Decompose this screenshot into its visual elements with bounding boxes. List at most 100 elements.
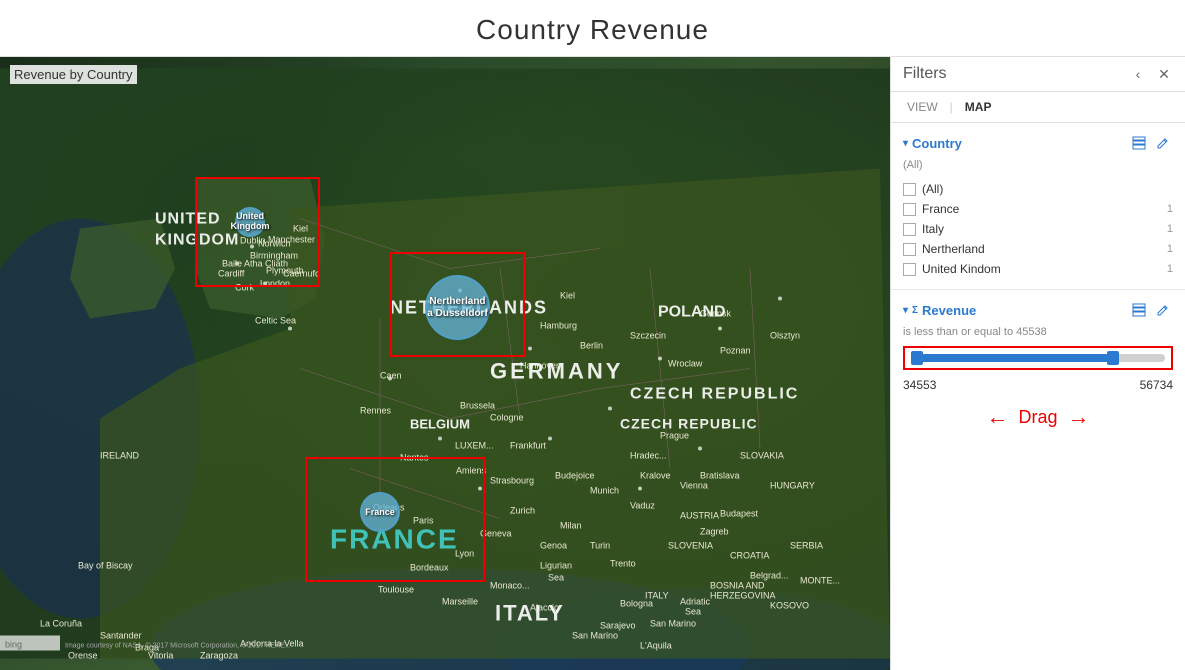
svg-text:Celtic Sea: Celtic Sea [255, 316, 296, 326]
france-bubble: France [360, 492, 400, 532]
filter-checkbox-nertherland[interactable] [903, 243, 916, 256]
svg-text:Ajaccio: Ajaccio [530, 603, 559, 613]
revenue-filter-section: ▾ Σ Revenue [891, 290, 1185, 452]
svg-text:KOSOVO: KOSOVO [770, 601, 809, 611]
filters-panel: Filters ‹ ✕ VIEW | MAP ▾ Country [890, 57, 1185, 670]
svg-text:Hradec...: Hradec... [630, 451, 667, 461]
svg-text:Kiel: Kiel [560, 291, 575, 301]
filter-checkbox-all[interactable] [903, 183, 916, 196]
uk-highlight-box [195, 177, 320, 287]
revenue-slider-thumb-right[interactable] [1107, 351, 1119, 365]
svg-text:Norwich: Norwich [258, 239, 291, 249]
revenue-slider-container[interactable] [903, 346, 1173, 370]
svg-text:Braga: Braga [135, 643, 159, 653]
svg-text:Toulouse: Toulouse [378, 585, 414, 595]
svg-text:Caernufo: Caernufo [283, 269, 320, 279]
filter-item-italy-left: Italy [903, 222, 944, 236]
filter-count-nertherland: 1 [1167, 243, 1173, 255]
filter-item-italy: Italy 1 [903, 219, 1173, 239]
svg-text:Hannover: Hannover [520, 361, 559, 371]
svg-text:Dublin: Dublin [240, 236, 266, 246]
neth-highlight-box [390, 252, 525, 357]
close-icon[interactable]: ✕ [1155, 65, 1173, 83]
svg-text:Trento: Trento [610, 559, 636, 569]
svg-text:Vienna: Vienna [680, 481, 708, 491]
svg-text:Budapest: Budapest [720, 509, 759, 519]
revenue-filter-table-icon[interactable] [1129, 300, 1149, 320]
main-content: Revenue by Country [0, 57, 1185, 670]
filter-label-all: (All) [922, 182, 943, 196]
svg-text:MONTE...: MONTE... [800, 576, 840, 586]
revenue-chevron-icon: ▾ [903, 305, 908, 316]
filter-item-france-left: France [903, 202, 959, 216]
svg-text:Kralove: Kralove [640, 471, 671, 481]
filter-checkbox-italy[interactable] [903, 223, 916, 236]
revenue-filter-title[interactable]: ▾ Σ Revenue [903, 303, 976, 318]
filter-item-all-left: (All) [903, 182, 943, 196]
svg-text:GERMANY: GERMANY [490, 359, 623, 384]
country-filter-icons [1129, 133, 1173, 153]
filter-item-france: France 1 [903, 199, 1173, 219]
svg-text:Monaco...: Monaco... [490, 581, 530, 591]
revenue-filter-edit-icon[interactable] [1153, 300, 1173, 320]
revenue-slider-values: 34553 56734 [903, 378, 1173, 392]
svg-text:HUNGARY: HUNGARY [770, 481, 815, 491]
map-background: Dublin Baile Atha Cliath Cork Celtic Sea… [0, 57, 890, 670]
revenue-title-label: Revenue [922, 303, 976, 318]
svg-text:Orleans: Orleans [373, 503, 405, 513]
svg-text:Bay of Biscay: Bay of Biscay [78, 561, 133, 571]
svg-text:Sea: Sea [685, 607, 701, 617]
svg-text:CZECH REPUBLIC: CZECH REPUBLIC [620, 416, 758, 432]
svg-text:Belgrad...: Belgrad... [750, 571, 789, 581]
revenue-filter-icons [1129, 300, 1173, 320]
drag-right-arrow: → [1068, 404, 1090, 430]
svg-text:Vaduz: Vaduz [630, 501, 655, 511]
svg-text:UNITED: UNITED [155, 211, 221, 228]
svg-text:Cardiff: Cardiff [218, 269, 245, 279]
svg-text:Prague: Prague [660, 431, 689, 441]
country-filter-table-icon[interactable] [1129, 133, 1149, 153]
filter-count-france: 1 [1167, 203, 1173, 215]
chevron-left-icon[interactable]: ‹ [1129, 65, 1147, 83]
svg-text:AUSTRIA: AUSTRIA [680, 511, 719, 521]
svg-text:Munich: Munich [590, 486, 619, 496]
svg-text:La Coruña: La Coruña [40, 619, 82, 629]
svg-text:Sarajevo: Sarajevo [600, 621, 636, 631]
country-filter-edit-icon[interactable] [1153, 133, 1173, 153]
filter-item-nertherland-left: Nertherland [903, 242, 985, 256]
svg-text:Geneva: Geneva [480, 529, 512, 539]
revenue-slider-thumb-left[interactable] [911, 351, 923, 365]
svg-text:Andorra la Vella: Andorra la Vella [240, 639, 304, 649]
country-filter-subtitle: (All) [903, 159, 1173, 171]
country-filter-title[interactable]: ▾ Country [903, 136, 962, 151]
filter-checkbox-uk[interactable] [903, 263, 916, 276]
tab-view[interactable]: VIEW [903, 98, 942, 116]
svg-text:HERZEGOVINA: HERZEGOVINA [710, 591, 776, 601]
revenue-filter-subtitle: is less than or equal to 45538 [903, 326, 1173, 338]
svg-text:San Marino: San Marino [650, 619, 696, 629]
map-container[interactable]: Dublin Baile Atha Cliath Cork Celtic Sea… [0, 57, 890, 670]
svg-text:Strasbourg: Strasbourg [490, 476, 534, 486]
filter-checkbox-france[interactable] [903, 203, 916, 216]
svg-text:bing: bing [5, 640, 22, 650]
svg-text:CZECH REPUBLIC: CZECH REPUBLIC [630, 386, 799, 403]
filter-count-italy: 1 [1167, 223, 1173, 235]
svg-text:Rennes: Rennes [360, 406, 392, 416]
filter-label-france: France [922, 202, 959, 216]
chevron-down-icon: ▾ [903, 138, 908, 149]
revenue-slider-track[interactable] [911, 354, 1165, 362]
tab-map[interactable]: MAP [961, 98, 996, 116]
country-filter-header: ▾ Country [903, 133, 1173, 153]
svg-text:Paris: Paris [413, 516, 434, 526]
filter-label-uk: United Kindom [922, 262, 1001, 276]
svg-text:LUXEM...: LUXEM... [455, 441, 494, 451]
svg-text:Turin: Turin [590, 541, 610, 551]
france-highlight-box [305, 457, 485, 582]
svg-text:Manchester: Manchester [268, 235, 315, 245]
sigma-icon: Σ [912, 305, 918, 316]
svg-text:Ligurian: Ligurian [540, 561, 572, 571]
svg-text:Cork: Cork [235, 283, 255, 293]
filter-item-uk: United Kindom 1 [903, 259, 1173, 279]
svg-text:Vitoria: Vitoria [148, 651, 173, 661]
svg-text:Cologne: Cologne [490, 413, 524, 423]
